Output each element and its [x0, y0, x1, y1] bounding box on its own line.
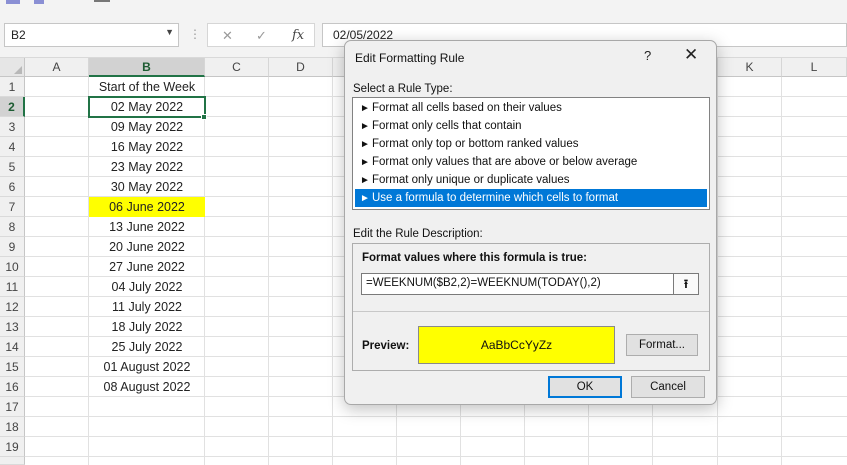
cancel-button[interactable]: Cancel — [631, 376, 705, 398]
chevron-down-icon[interactable]: ▼ — [165, 27, 174, 37]
cell-b4[interactable]: 16 May 2022 — [89, 137, 205, 157]
row-header[interactable] — [0, 457, 25, 465]
ribbon-icon — [94, 0, 110, 2]
arrow-right-icon: ► — [360, 121, 370, 132]
cross-icon[interactable]: ✕ — [222, 28, 233, 44]
cell-b3[interactable]: 09 May 2022 — [89, 117, 205, 137]
edit-formatting-rule-dialog: Edit Formatting Rule ? ✕ Select a Rule T… — [344, 40, 717, 405]
vertical-ellipsis-icon[interactable]: ⋮ — [189, 27, 202, 41]
column-header-d[interactable]: D — [269, 58, 333, 77]
cell-b1[interactable]: Start of the Week — [89, 77, 205, 97]
formula-label: Format values where this formula is true… — [362, 252, 587, 264]
rule-type-item[interactable]: ► Format only cells that contain — [355, 117, 707, 135]
ok-button[interactable]: OK — [548, 376, 622, 398]
cell-b13[interactable]: 18 July 2022 — [89, 317, 205, 337]
row-header[interactable]: 17 — [0, 397, 25, 417]
row-header[interactable]: 12 — [0, 297, 25, 317]
column-header-a[interactable]: A — [25, 58, 89, 77]
row-header[interactable]: 11 — [0, 277, 25, 297]
preview-label: Preview: — [362, 340, 410, 352]
cell-b11[interactable]: 04 July 2022 — [89, 277, 205, 297]
collapse-dialog-icon[interactable]: ⭱ — [673, 273, 699, 295]
arrow-right-icon: ► — [360, 157, 370, 168]
cell-b10[interactable]: 27 June 2022 — [89, 257, 205, 277]
format-preview: AaBbCcYyZz — [418, 326, 615, 364]
check-icon[interactable]: ✓ — [256, 28, 267, 44]
fill-handle[interactable] — [201, 114, 207, 120]
row-header[interactable]: 15 — [0, 357, 25, 377]
cell-b16[interactable]: 08 August 2022 — [89, 377, 205, 397]
rule-type-item[interactable]: ► Format only unique or duplicate values — [355, 171, 707, 189]
row-header[interactable]: 8 — [0, 217, 25, 237]
format-button[interactable]: Format... — [626, 334, 698, 356]
row-header[interactable]: 14 — [0, 337, 25, 357]
column-header-l[interactable]: L — [782, 58, 847, 77]
cell-b15[interactable]: 01 August 2022 — [89, 357, 205, 377]
help-button[interactable]: ? — [644, 48, 651, 63]
active-cell-border — [88, 96, 206, 118]
fx-icon[interactable]: fx — [292, 28, 304, 43]
column-header-b[interactable]: B — [89, 58, 205, 77]
row-header[interactable]: 10 — [0, 257, 25, 277]
rule-type-item[interactable]: ► Format all cells based on their values — [355, 99, 707, 117]
rule-type-list[interactable]: ► Format all cells based on their values … — [352, 97, 710, 210]
rule-type-item[interactable]: ► Format only top or bottom ranked values — [355, 135, 707, 153]
row-header[interactable]: 18 — [0, 417, 25, 437]
select-all-button[interactable] — [0, 58, 25, 77]
formula-tools: ✕ ✓ fx — [207, 23, 315, 47]
arrow-right-icon: ► — [360, 193, 370, 204]
row-header[interactable]: 2 — [0, 97, 25, 117]
row-header[interactable]: 9 — [0, 237, 25, 257]
row-header[interactable]: 6 — [0, 177, 25, 197]
arrow-right-icon: ► — [360, 175, 370, 186]
row-header[interactable]: 7 — [0, 197, 25, 217]
dialog-title: Edit Formatting Rule — [355, 51, 465, 65]
cell-b5[interactable]: 23 May 2022 — [89, 157, 205, 177]
edit-description-label: Edit the Rule Description: — [353, 228, 483, 240]
arrow-right-icon: ► — [360, 139, 370, 150]
ribbon-icon — [6, 0, 20, 4]
name-box-value: B2 — [11, 28, 26, 42]
select-rule-type-label: Select a Rule Type: — [353, 83, 453, 95]
row-header[interactable]: 5 — [0, 157, 25, 177]
row-header[interactable]: 19 — [0, 437, 25, 457]
cell-b8[interactable]: 13 June 2022 — [89, 217, 205, 237]
row-header[interactable]: 4 — [0, 137, 25, 157]
row-header[interactable]: 13 — [0, 317, 25, 337]
row-header[interactable]: 1 — [0, 77, 25, 97]
close-icon[interactable]: ✕ — [684, 45, 698, 65]
cell-b14[interactable]: 25 July 2022 — [89, 337, 205, 357]
cell-b9[interactable]: 20 June 2022 — [89, 237, 205, 257]
cell-b7[interactable]: 06 June 2022 — [89, 197, 205, 217]
formula-input[interactable]: =WEEKNUM($B2,2)=WEEKNUM(TODAY(),2) — [361, 273, 699, 295]
rule-type-item-selected[interactable]: ► Use a formula to determine which cells … — [355, 189, 707, 207]
column-header-k[interactable]: K — [718, 58, 782, 77]
row-header[interactable]: 16 — [0, 377, 25, 397]
column-header-c[interactable]: C — [205, 58, 269, 77]
divider — [353, 311, 709, 312]
row-header[interactable]: 3 — [0, 117, 25, 137]
ribbon-icon — [34, 0, 44, 4]
cell-b6[interactable]: 30 May 2022 — [89, 177, 205, 197]
arrow-right-icon: ► — [360, 103, 370, 114]
rule-type-item[interactable]: ► Format only values that are above or be… — [355, 153, 707, 171]
cell-b12[interactable]: 11 July 2022 — [89, 297, 205, 317]
name-box[interactable]: B2 ▼ — [4, 23, 179, 47]
ribbon-edge — [0, 0, 847, 18]
